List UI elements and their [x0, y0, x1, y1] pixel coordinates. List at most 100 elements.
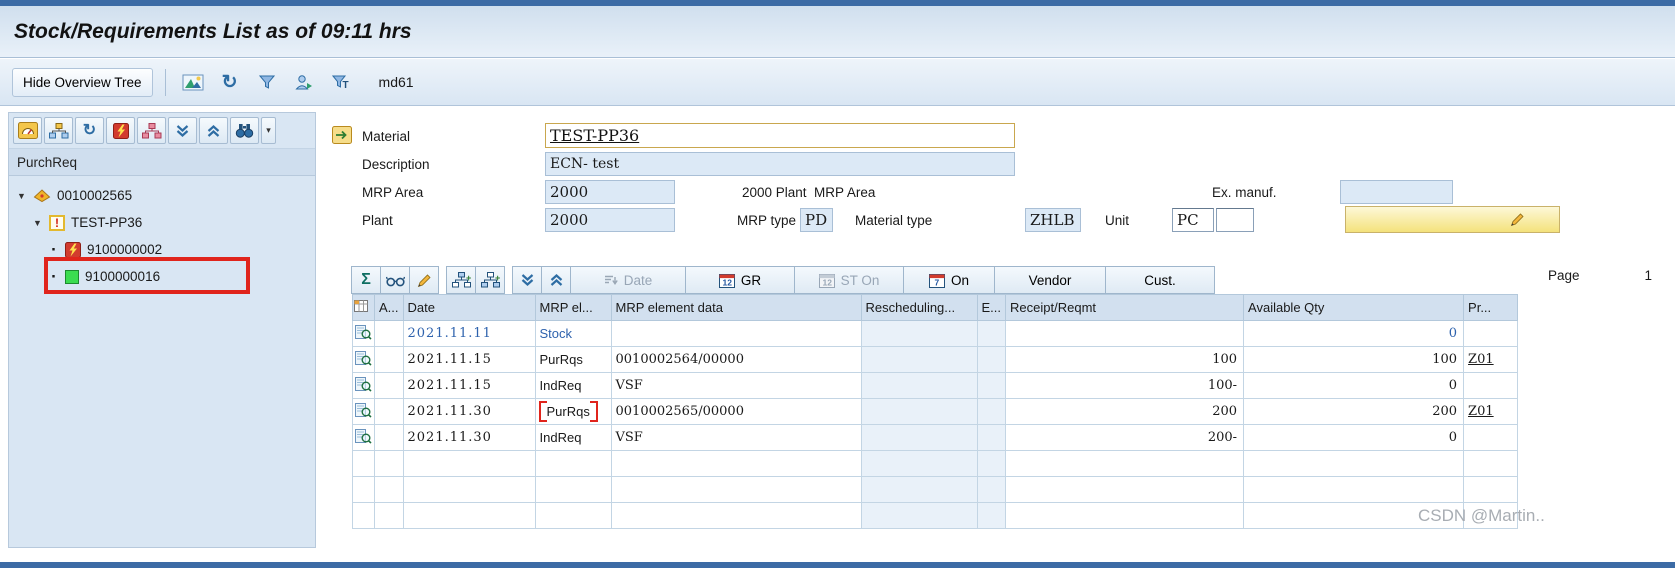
filter-values-button[interactable]: T [326, 68, 356, 96]
binoculars-icon [235, 123, 254, 138]
unit-field-2[interactable] [1216, 208, 1254, 232]
dropdown-arrow-icon: ▾ [266, 125, 271, 135]
sap-md04-window: { "window": { "title": "Stock/Requiremen… [0, 0, 1675, 570]
chevron-double-up-icon [206, 124, 221, 138]
cell-exception [374, 398, 404, 425]
cell-element-data[interactable]: 0010002564/00000 [610, 346, 862, 373]
filter-button[interactable] [252, 68, 282, 96]
sum-button[interactable]: Σ [351, 266, 381, 294]
cell-mrp-element[interactable]: IndReq [534, 424, 612, 451]
cell-mrp-element[interactable]: PurRqs [534, 346, 612, 373]
expand-all-button[interactable] [168, 117, 197, 144]
detail-icon[interactable] [355, 402, 372, 418]
cell-available: 200 [1243, 398, 1465, 425]
fire-event-button[interactable] [106, 117, 135, 144]
column-header[interactable]: Pr... [1463, 294, 1519, 321]
calendar-icon-gray: 12 [818, 273, 835, 288]
org-chart-button[interactable] [137, 117, 166, 144]
detail-icon[interactable] [355, 428, 372, 444]
cell-mrp-element[interactable]: PurRqs [534, 398, 612, 425]
collapse-all-button[interactable] [199, 117, 228, 144]
refresh-button[interactable]: ↻ [215, 68, 245, 96]
cell-rescheduling [860, 320, 978, 347]
expander-icon[interactable]: ▼ [33, 218, 43, 228]
page-indicator: Page 1 [1548, 268, 1652, 283]
date-button[interactable]: Date [570, 266, 686, 294]
cell-pr[interactable]: Z01 [1463, 346, 1519, 373]
tree-item-order[interactable]: ▼ 0010002565 [9, 182, 315, 209]
cust-button[interactable]: Cust. [1105, 266, 1215, 294]
hierarchy-plus-icon: + [451, 272, 471, 288]
order-tree-button[interactable]: + [475, 266, 505, 294]
table-row[interactable]: 2021.11.15 IndReq VSF 100- 0 [352, 372, 1519, 399]
overview-tree-panel: ↻ ▾ PurchReq ▼ 0010002565 ▼ ! TEST-PP36 … [8, 112, 316, 548]
detail-icon[interactable] [355, 350, 372, 366]
column-header[interactable]: Available Qty [1243, 294, 1465, 321]
tree-item-material[interactable]: ▼ ! TEST-PP36 [9, 209, 315, 236]
column-header[interactable]: Rescheduling... [860, 294, 978, 321]
graphic-button[interactable] [178, 68, 208, 96]
table-row[interactable]: 2021.11.30 IndReq VSF 200- 0 [352, 424, 1519, 451]
cell-pr [1463, 424, 1519, 451]
find-dropdown-button[interactable]: ▾ [261, 117, 276, 144]
bullet-icon: · [51, 239, 57, 259]
user-settings-button[interactable] [289, 68, 319, 96]
column-header[interactable]: Receipt/Reqmt [1005, 294, 1245, 321]
cell-icon [352, 346, 375, 373]
header-details-icon[interactable] [332, 126, 352, 144]
find-button[interactable] [230, 117, 259, 144]
collapse-details-button[interactable] [541, 266, 571, 294]
selection-column-header[interactable] [352, 294, 375, 321]
plant-field: 2000 [545, 208, 675, 232]
table-row[interactable]: 2021.11.30 PurRqs 0010002565/00000 200 2… [352, 398, 1519, 425]
unit-field[interactable]: PC [1172, 208, 1214, 232]
flash-icon [65, 241, 81, 258]
cell-receipt [1005, 320, 1245, 347]
grid-toolbar: Σ + + Date 12 GR 12 ST On 7 On Vendor Cu… [351, 266, 1215, 294]
hierarchy-button[interactable] [44, 117, 73, 144]
expander-icon[interactable]: ▼ [17, 191, 27, 201]
st-on-button[interactable]: 12 ST On [794, 266, 904, 294]
cell-available: 0 [1243, 424, 1465, 451]
hide-overview-tree-button[interactable]: Hide Overview Tree [12, 67, 153, 97]
cell-pr[interactable]: Z01 [1463, 398, 1519, 425]
watermark-text: CSDN @Martin.. [1418, 506, 1545, 525]
on-button[interactable]: 7 On [903, 266, 995, 294]
column-header[interactable]: MRP element data [610, 294, 862, 321]
tree-refresh-button[interactable]: ↻ [75, 117, 104, 144]
edit-button[interactable] [409, 266, 439, 294]
cell-pr [1463, 372, 1519, 399]
cell-element-data[interactable]: VSF [610, 424, 862, 451]
gr-button[interactable]: 12 GR [685, 266, 795, 294]
display-change-button[interactable] [380, 266, 410, 294]
detail-icon[interactable] [355, 324, 372, 340]
display-settings-button[interactable] [13, 117, 42, 144]
vendor-button[interactable]: Vendor [994, 266, 1106, 294]
tree-root-label[interactable]: PurchReq [9, 149, 315, 176]
filter-icon [258, 74, 275, 90]
column-header[interactable]: MRP el... [534, 294, 612, 321]
cell-date: 2021.11.30 [402, 398, 536, 425]
table-row-empty [352, 450, 1519, 477]
cell-element-data[interactable]: 0010002565/00000 [610, 398, 862, 425]
expand-details-button[interactable] [512, 266, 542, 294]
tree-item-label: 0010002565 [57, 188, 133, 203]
tree-item-purchreq-1[interactable]: · 9100000002 [9, 236, 315, 263]
detail-icon[interactable] [355, 376, 372, 392]
grid-icon [354, 300, 368, 312]
change-button[interactable] [1345, 206, 1560, 233]
cell-mrp-element[interactable]: Stock [534, 320, 612, 347]
pencil-icon [1510, 212, 1525, 227]
order-report-button[interactable]: + [446, 266, 476, 294]
cell-mrp-element[interactable]: IndReq [534, 372, 612, 399]
cell-element-data[interactable]: VSF [610, 372, 862, 399]
column-header[interactable]: Date [402, 294, 536, 321]
table-row[interactable]: 2021.11.15 PurRqs 0010002564/00000 100 1… [352, 346, 1519, 373]
column-header[interactable]: E... [976, 294, 1007, 321]
table-row[interactable]: 2021.11.11 Stock 0 [352, 320, 1519, 347]
column-header[interactable]: A... [374, 294, 404, 321]
tree-item-purchreq-2[interactable]: · 9100000016 [9, 263, 315, 290]
material-input[interactable] [545, 123, 1015, 148]
table-header-row: A... Date MRP el... MRP element data Res… [352, 294, 1519, 321]
ex-manuf-field [1340, 180, 1453, 204]
